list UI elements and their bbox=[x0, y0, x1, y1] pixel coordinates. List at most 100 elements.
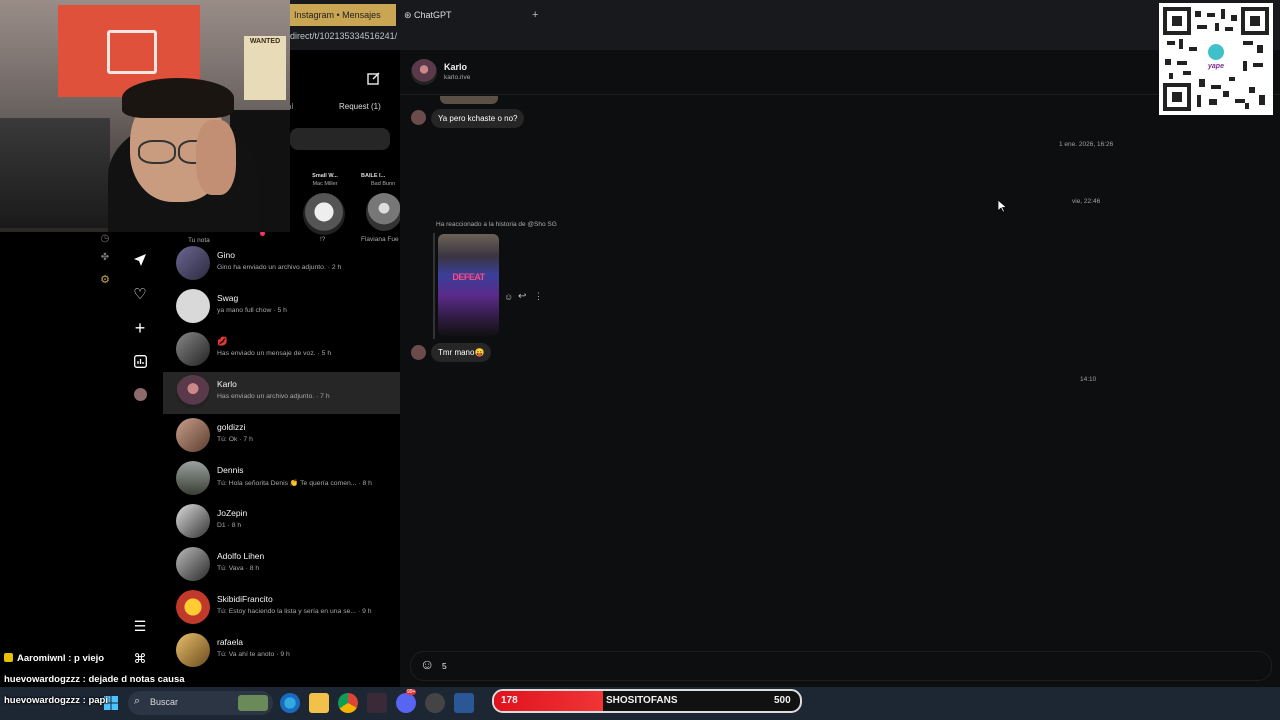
obs-icon[interactable] bbox=[425, 693, 445, 713]
conversation-item[interactable]: rafaela Tú: Va ahí te anoto · 9 h bbox=[163, 630, 400, 672]
chatgpt-icon: ⊛ bbox=[404, 10, 415, 20]
message-avatar bbox=[411, 345, 426, 360]
chat-header bbox=[400, 50, 1280, 95]
conversation-preview: Has enviado un mensaje de voz. · 5 h bbox=[217, 350, 332, 357]
file-explorer-icon[interactable] bbox=[309, 693, 329, 713]
goal-current: 178 bbox=[501, 695, 518, 706]
person-hair bbox=[122, 78, 234, 118]
note-avatar-1[interactable] bbox=[303, 193, 345, 235]
conversation-name: Karlo bbox=[217, 379, 237, 389]
app-icon[interactable] bbox=[367, 693, 387, 713]
conversation-name: goldizzi bbox=[217, 422, 246, 432]
avatar bbox=[176, 375, 210, 409]
windows-taskbar: ⌕ Buscar 99+ 178 SHOSITOFANS 500 bbox=[0, 687, 1280, 720]
conversation-preview: Has enviado un archivo adjunto. · 7 h bbox=[217, 393, 330, 400]
conversation-preview: Tú: Hola señorita Denis 👏 Te quería come… bbox=[217, 480, 372, 487]
menu-hamburger-icon[interactable]: ☰ bbox=[131, 617, 149, 635]
note-song-title: Small W... bbox=[312, 173, 338, 179]
timestamp: 14:10 bbox=[1080, 376, 1097, 383]
messages-icon[interactable] bbox=[131, 251, 149, 269]
conversation-item[interactable]: 💋 Has enviado un mensaje de voz. · 5 h bbox=[163, 329, 400, 371]
conversation-preview: Tú: Ok · 7 h bbox=[217, 436, 253, 443]
story-reaction-label: Ha reaccionado a la historia de @Sho SG bbox=[436, 221, 557, 228]
avatar bbox=[176, 547, 210, 581]
conversation-item[interactable]: Swag ya mano full chow · 5 h bbox=[163, 286, 400, 328]
chat-message: : papi bbox=[80, 695, 108, 706]
conversation-preview: Tú: Vava · 8 h bbox=[217, 565, 260, 572]
goal-target: 500 bbox=[774, 695, 791, 706]
tab-chatgpt[interactable]: ⊛ ChatGPT bbox=[400, 4, 540, 26]
reply-icon[interactable]: ↩ bbox=[518, 291, 526, 302]
more-options-icon[interactable]: ⋮ bbox=[534, 291, 543, 302]
shelf bbox=[0, 118, 110, 228]
conversation-item[interactable]: Dennis Tú: Hola señorita Denis 👏 Te quer… bbox=[163, 458, 400, 500]
webcam-overlay: WANTED bbox=[0, 0, 290, 232]
chat-username: huevowardogzzz bbox=[4, 674, 81, 685]
stream-chat-line: Aaromiwnl : p viejo bbox=[4, 653, 104, 664]
message-composer[interactable]: ☺ 5 bbox=[410, 651, 1272, 681]
requests-tab[interactable]: Request (1) bbox=[339, 102, 381, 111]
search-input[interactable] bbox=[290, 128, 390, 150]
conversation-name: JoZepin bbox=[217, 508, 248, 518]
conversation-name: Dennis bbox=[217, 465, 244, 475]
vscode-icon[interactable] bbox=[454, 693, 474, 713]
create-plus-icon[interactable]: + bbox=[131, 318, 149, 338]
conversation-item[interactable]: JoZepin D1 · 8 h bbox=[163, 501, 400, 543]
chat-message: : dejade d notas causa bbox=[80, 674, 185, 685]
chrome-icon[interactable] bbox=[338, 693, 358, 713]
contact-avatar[interactable] bbox=[411, 59, 437, 85]
note-song-1[interactable]: Small W... Mac Miller bbox=[298, 172, 352, 188]
edge-icon[interactable] bbox=[280, 693, 300, 713]
conversation-item[interactable]: goldizzi Tú: Ok · 7 h bbox=[163, 415, 400, 457]
conversation-item[interactable]: Adolfo Lihen Tú: Vava · 8 h bbox=[163, 544, 400, 586]
contact-handle: karlo.rive bbox=[444, 74, 471, 81]
puzzle-icon[interactable]: ✤ bbox=[96, 248, 114, 266]
note-name-2: Flaviana Fue bbox=[361, 236, 399, 243]
previous-media[interactable] bbox=[440, 96, 498, 104]
stream-chat-line: huevowardogzzz : papi bbox=[4, 695, 108, 706]
chat-username: huevowardogzzz bbox=[4, 695, 81, 706]
tab-instagram[interactable]: Instagram • Mensajes bbox=[290, 4, 396, 26]
contact-name[interactable]: Karlo bbox=[444, 62, 467, 72]
avatar bbox=[176, 246, 210, 280]
chat-username: Aaromiwnl bbox=[17, 653, 66, 664]
story-text: DEFEAT bbox=[452, 272, 485, 282]
emoji-picker-icon[interactable]: ☺ bbox=[420, 656, 434, 672]
discord-icon[interactable] bbox=[396, 693, 416, 713]
new-message-icon[interactable] bbox=[367, 71, 381, 90]
goal-progress-bar: 178 SHOSITOFANS 500 bbox=[492, 689, 802, 713]
chat-message: : p viejo bbox=[65, 653, 105, 664]
apps-icon[interactable]: ⌘ bbox=[131, 650, 149, 668]
conversation-preview: Tú: Va ahí te anoto · 9 h bbox=[217, 651, 290, 658]
settings-gear-icon[interactable]: ⚙ bbox=[96, 270, 114, 288]
conversation-name: rafaela bbox=[217, 637, 243, 647]
avatar bbox=[176, 418, 210, 452]
timestamp: 1 ene. 2026, 16:26 bbox=[1059, 141, 1114, 148]
dashboard-icon[interactable] bbox=[131, 352, 149, 370]
heart-icon[interactable]: ♡ bbox=[131, 285, 149, 303]
poster-text: WANTED bbox=[249, 38, 281, 45]
note-avatar-2[interactable] bbox=[366, 193, 402, 231]
profile-avatar[interactable] bbox=[134, 388, 147, 401]
react-emoji-icon[interactable]: ☺ bbox=[504, 292, 513, 302]
conversation-item-selected[interactable]: Karlo Has enviado un archivo adjunto. · … bbox=[163, 372, 400, 414]
qr-brand: yape bbox=[1208, 63, 1224, 70]
yape-qr-code: yape bbox=[1159, 3, 1273, 115]
avatar bbox=[176, 590, 210, 624]
search-highlight-image bbox=[238, 695, 268, 711]
notification-badge: 99+ bbox=[406, 689, 417, 695]
composer-text[interactable]: 5 bbox=[442, 661, 447, 671]
goal-name: SHOSITOFANS bbox=[606, 695, 678, 706]
taskbar-search[interactable]: ⌕ Buscar bbox=[128, 691, 273, 715]
chat-panel: Karlo karlo.rive Ya pero kchaste o no? 1… bbox=[400, 50, 1280, 687]
conversation-name: Adolfo Lihen bbox=[217, 551, 265, 561]
message-bubble: Ya pero kchaste o no? bbox=[431, 109, 525, 128]
address-bar[interactable] bbox=[290, 30, 1280, 50]
new-tab-button[interactable]: + bbox=[528, 4, 540, 26]
conversation-item[interactable]: Gino Gino ha enviado un archivo adjunto.… bbox=[163, 243, 400, 285]
conversation-item[interactable]: SkibidiFrancito Tú: Estoy haciendo la li… bbox=[163, 587, 400, 629]
glasses-left bbox=[138, 140, 176, 164]
note-song-2[interactable]: BAILE I... Bad Bunn bbox=[361, 172, 401, 188]
conversation-name: Swag bbox=[217, 293, 239, 303]
story-thumbnail[interactable]: DEFEAT bbox=[438, 234, 499, 336]
